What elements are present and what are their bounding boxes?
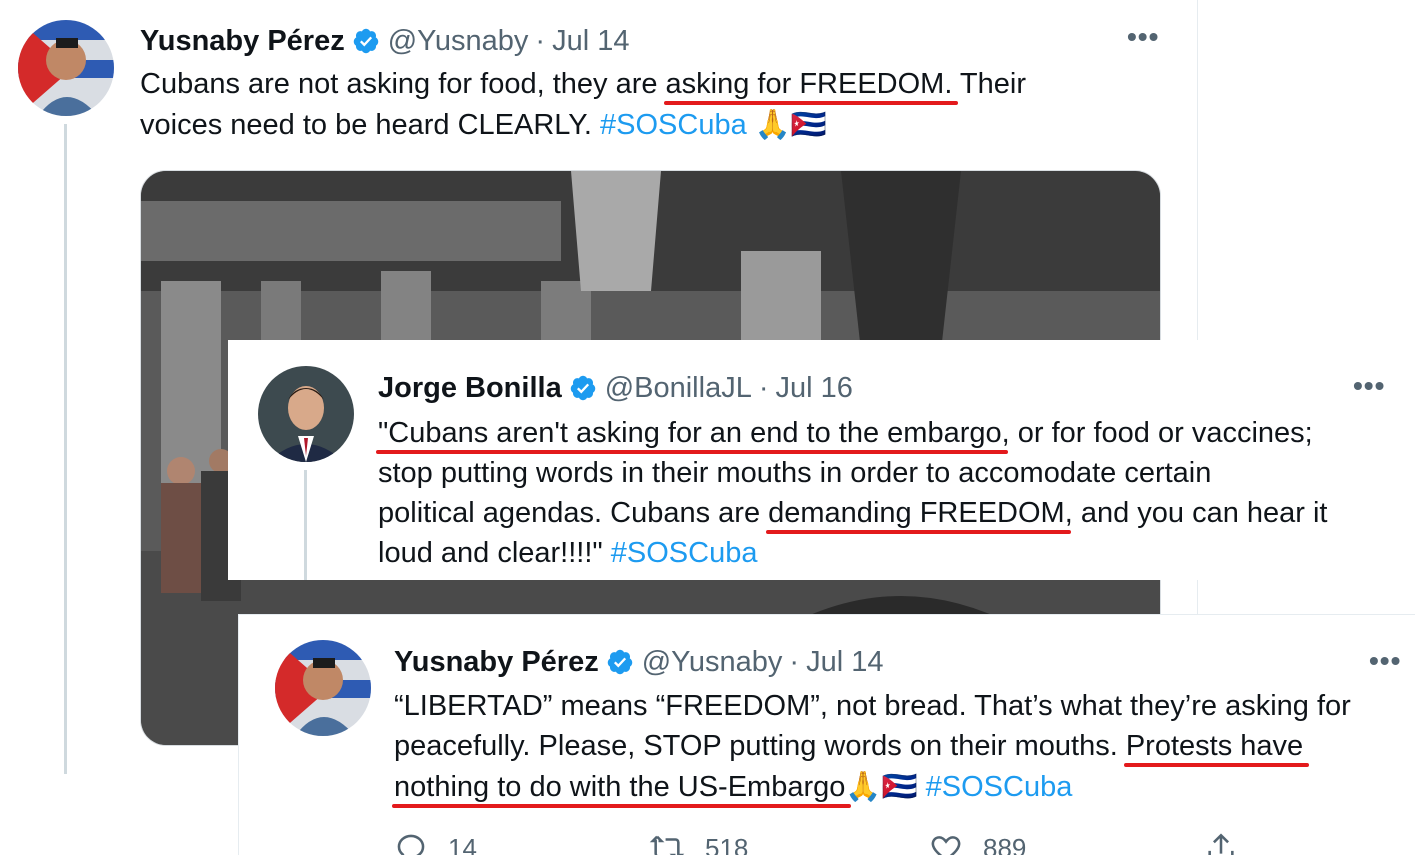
hashtag-link[interactable]: #SOSCuba <box>600 109 747 141</box>
author-name[interactable]: Yusnaby Pérez <box>394 645 599 679</box>
emoji: 🙏🇨🇺 <box>754 107 827 141</box>
underlined-phrase: Protests have <box>1125 730 1304 762</box>
separator-dot: · <box>789 646 800 678</box>
author-handle[interactable]: @Yusnaby <box>642 645 783 679</box>
avatar-bonilla[interactable] <box>258 366 354 462</box>
avatar-yusnaby[interactable] <box>275 640 371 736</box>
author-name[interactable]: Yusnaby Pérez <box>140 24 345 58</box>
tweet-text-part: Their <box>952 68 1026 100</box>
retweet-icon <box>649 835 685 855</box>
tweet-text-part: loud and clear!!!!" <box>378 537 611 569</box>
like-icon <box>931 836 961 855</box>
tweet-text-part: , or for food or vaccines; <box>1001 417 1313 449</box>
author-handle[interactable]: @Yusnaby <box>388 24 529 58</box>
underlined-phrase: "Cubans aren't asking for an end to the … <box>378 417 1002 449</box>
tweet-text-part: peacefully. Please, STOP putting words o… <box>394 730 1126 762</box>
tweet-text-part: stop putting words in their mouths in or… <box>378 457 1212 489</box>
tweet-card-bonilla[interactable]: Jorge Bonilla @BonillaJL · Jul 16 ••• "C… <box>228 340 1415 580</box>
tweet-text-part: “LIBERTAD” means “FREEDOM”, not bread. T… <box>394 690 1351 722</box>
tweet-text: "Cubans aren't asking for an end to the … <box>378 413 1328 573</box>
tweet-text-part: Cubans are not asking for food, they are <box>140 68 666 100</box>
tweet-actions: 14 518 889 <box>239 827 1415 855</box>
tweet-date[interactable]: Jul 14 <box>806 645 883 679</box>
verified-badge-icon <box>607 649 632 675</box>
like-count: 889 <box>983 832 1027 855</box>
tweet-card-yusnaby-2[interactable]: Yusnaby Pérez @Yusnaby · Jul 14 ••• “LIB… <box>238 614 1415 855</box>
tweet-text-part: , and you can hear it <box>1064 497 1328 529</box>
thread-line <box>64 124 67 774</box>
tweet-text-part: political agendas. Cubans are <box>378 497 769 529</box>
more-icon[interactable]: ••• <box>1127 23 1159 51</box>
emoji: 🙏🇨🇺 <box>845 769 918 803</box>
tweet-header: Yusnaby Pérez @Yusnaby · Jul 14 <box>394 645 883 679</box>
thread-line <box>304 470 307 580</box>
retweet-count: 518 <box>705 832 749 855</box>
retweet-button[interactable]: 518 <box>649 831 748 855</box>
reply-count: 14 <box>448 832 477 855</box>
tweet-date[interactable]: Jul 14 <box>552 24 629 58</box>
separator-dot: · <box>535 25 546 57</box>
like-button[interactable]: 889 <box>929 831 1026 855</box>
reply-button[interactable]: 14 <box>394 831 477 855</box>
hashtag-link[interactable]: #SOSCuba <box>926 771 1073 803</box>
tweet-header: Jorge Bonilla @BonillaJL · Jul 16 <box>378 371 853 405</box>
tweet-text: “LIBERTAD” means “FREEDOM”, not bread. T… <box>394 686 1351 807</box>
author-name[interactable]: Jorge Bonilla <box>378 371 562 405</box>
share-icon <box>1208 833 1234 855</box>
avatar-yusnaby[interactable] <box>18 20 114 116</box>
hashtag-link[interactable]: #SOSCuba <box>611 537 758 569</box>
reply-icon <box>397 834 425 855</box>
underlined-phrase: asking for FREEDOM. <box>665 68 953 100</box>
tweet-text: Cubans are not asking for food, they are… <box>140 64 1026 145</box>
verified-badge-icon <box>570 375 595 401</box>
underlined-phrase: nothing to do with the US-Embargo <box>394 771 846 803</box>
more-icon[interactable]: ••• <box>1353 372 1385 400</box>
underlined-phrase: demanding FREEDOM <box>768 497 1065 529</box>
share-button[interactable] <box>1204 831 1258 855</box>
more-icon[interactable]: ••• <box>1369 647 1401 675</box>
verified-badge-icon <box>353 28 378 54</box>
tweet-text-part: voices need to be heard CLEARLY. <box>140 109 601 141</box>
separator-dot: · <box>758 372 769 404</box>
tweet-header: Yusnaby Pérez @Yusnaby · Jul 14 <box>140 24 629 58</box>
tweet-date[interactable]: Jul 16 <box>776 371 853 405</box>
author-handle[interactable]: @BonillaJL <box>605 371 752 405</box>
